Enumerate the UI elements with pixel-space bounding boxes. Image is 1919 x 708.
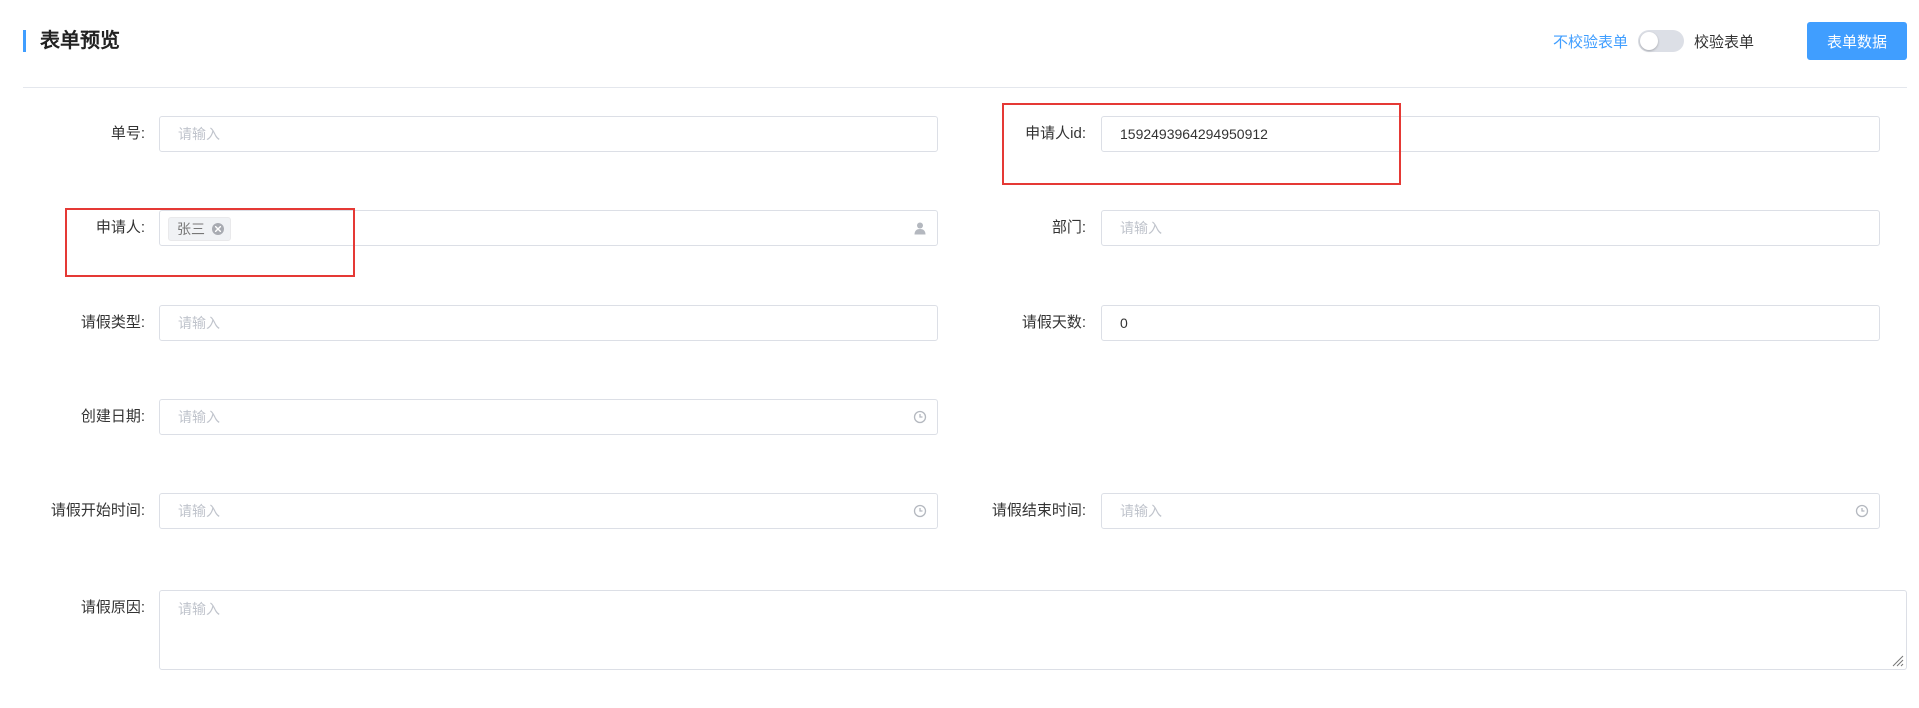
order-no-field <box>159 116 938 152</box>
leave-start-input[interactable] <box>160 494 937 528</box>
create-date-input[interactable] <box>160 400 937 434</box>
resize-grip-icon[interactable] <box>1890 653 1904 667</box>
close-circle-icon[interactable] <box>211 222 225 236</box>
applicant-id-field <box>1101 116 1880 152</box>
page-title: 表单预览 <box>40 30 120 52</box>
leave-days-field <box>1101 305 1880 341</box>
leave-start-field <box>159 493 938 529</box>
leave-reason-textarea[interactable] <box>160 591 1906 669</box>
leave-end-field <box>1101 493 1880 529</box>
form-data-button[interactable]: 表单数据 <box>1807 22 1907 60</box>
clock-icon[interactable] <box>1855 504 1869 518</box>
leave-days-input[interactable] <box>1102 306 1879 340</box>
department-label: 部门: <box>1051 219 1086 236</box>
order-no-label: 单号: <box>110 125 145 142</box>
validate-switch[interactable] <box>1638 30 1685 52</box>
clock-icon[interactable] <box>913 504 927 518</box>
leave-end-input[interactable] <box>1102 494 1879 528</box>
department-field <box>1101 210 1880 246</box>
leave-type-input[interactable] <box>160 306 937 340</box>
leave-start-label: 请假开始时间: <box>50 502 145 519</box>
applicant-id-input[interactable] <box>1102 117 1879 151</box>
user-icon[interactable] <box>913 221 927 235</box>
leave-reason-label: 请假原因: <box>80 599 145 616</box>
leave-type-field <box>159 305 938 341</box>
order-no-input[interactable] <box>160 117 937 151</box>
leave-type-label: 请假类型: <box>80 314 145 331</box>
department-input[interactable] <box>1102 211 1879 245</box>
clock-icon[interactable] <box>913 410 927 424</box>
toggle-on-label[interactable]: 校验表单 <box>1694 31 1754 52</box>
applicant-tag-label: 张三 <box>177 221 205 237</box>
leave-days-label: 请假天数: <box>1021 314 1086 331</box>
applicant-user-select[interactable]: 张三 <box>159 210 938 246</box>
switch-knob <box>1640 32 1659 50</box>
applicant-tag: 张三 <box>168 217 231 241</box>
leave-end-label: 请假结束时间: <box>991 502 1086 519</box>
applicant-id-label: 申请人id: <box>1025 125 1086 142</box>
leave-reason-field <box>159 590 1907 670</box>
toggle-off-label[interactable]: 不校验表单 <box>1553 31 1628 52</box>
title-accent-bar <box>23 30 26 52</box>
applicant-label: 申请人: <box>95 219 145 236</box>
create-date-label: 创建日期: <box>80 408 145 425</box>
validate-toggle-group: 不校验表单 校验表单 <box>1553 28 1754 54</box>
header-divider <box>23 87 1907 88</box>
create-date-field <box>159 399 938 435</box>
